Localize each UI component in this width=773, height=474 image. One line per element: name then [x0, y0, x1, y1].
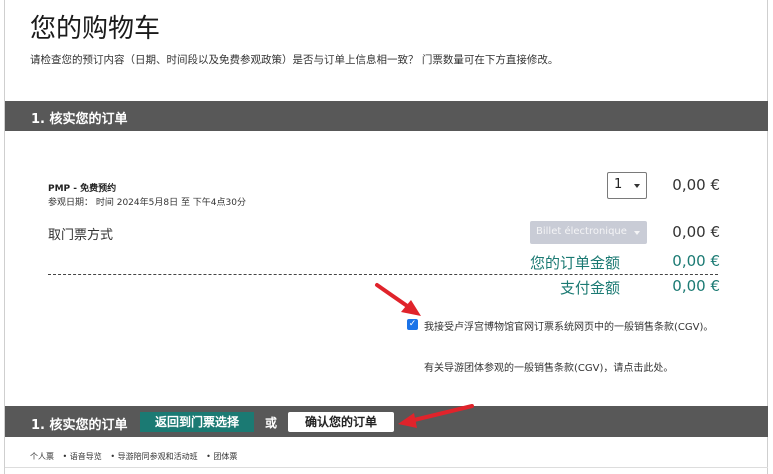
- order-total-label: 您的订单金额: [529, 254, 620, 272]
- cgv-label: 我接受卢浮宫博物馆官网订票系统网页中的一般销售条款(CGV)。: [424, 322, 714, 333]
- ticket-quantity-select[interactable]: 1: [607, 172, 647, 199]
- footer-link-group[interactable]: • 团体票: [206, 452, 237, 461]
- pickup-method-select[interactable]: Billet électronique: [530, 221, 647, 244]
- quantity-value: 1: [614, 177, 623, 192]
- group-cgv-link[interactable]: 有关导游团体参观的一般销售条款(CGV)，请点击此处。: [424, 359, 673, 374]
- chevron-down-icon: [634, 184, 640, 188]
- footer-link-individual[interactable]: 个人票: [30, 452, 54, 461]
- cgv-checkbox[interactable]: ✓: [407, 319, 418, 330]
- confirm-order-button[interactable]: 确认您的订单: [288, 412, 394, 432]
- ticket-visit-date: 参观日期： 时间 2024年5月8日 至 下午4点30分: [48, 198, 246, 208]
- page-frame: [4, 0, 768, 474]
- footer-divider: [5, 467, 768, 468]
- pickup-price: 0,00 €: [672, 223, 720, 241]
- intro-text: 请检查您的预订内容（日期、时间段以及免费参观政策）是否与订单上信息相一致？ 门票…: [30, 54, 559, 66]
- payment-total-value: 0,00 €: [672, 277, 720, 295]
- back-to-ticket-selection-button[interactable]: 返回到门票选择: [140, 412, 254, 432]
- divider: [48, 274, 718, 275]
- or-separator: 或: [265, 416, 278, 430]
- chevron-down-icon: [634, 231, 640, 235]
- footer-link-guided-tours[interactable]: • 导游陪同参观和活动班: [110, 452, 197, 461]
- order-total-value: 0,00 €: [672, 252, 720, 270]
- ticket-price: 0,00 €: [672, 176, 720, 194]
- pickup-method-label: 取门票方式: [48, 228, 114, 243]
- ticket-name: PMP - 免费预约: [48, 184, 117, 194]
- actions-section-title: 1. 核实您的订单: [31, 418, 128, 433]
- page-title: 您的购物车: [30, 14, 161, 44]
- payment-total-label: 支付金额: [559, 279, 620, 297]
- pickup-method-value: Billet électronique: [536, 226, 627, 237]
- verify-order-section-header: 1. 核实您的订单: [5, 101, 768, 131]
- footer-links: 个人票 • 语音导览 • 导游陪同参观和活动班 • 团体票: [30, 451, 243, 462]
- section-title: 1. 核实您的订单: [31, 112, 128, 127]
- footer-link-audio-guide[interactable]: • 语音导览: [63, 452, 102, 461]
